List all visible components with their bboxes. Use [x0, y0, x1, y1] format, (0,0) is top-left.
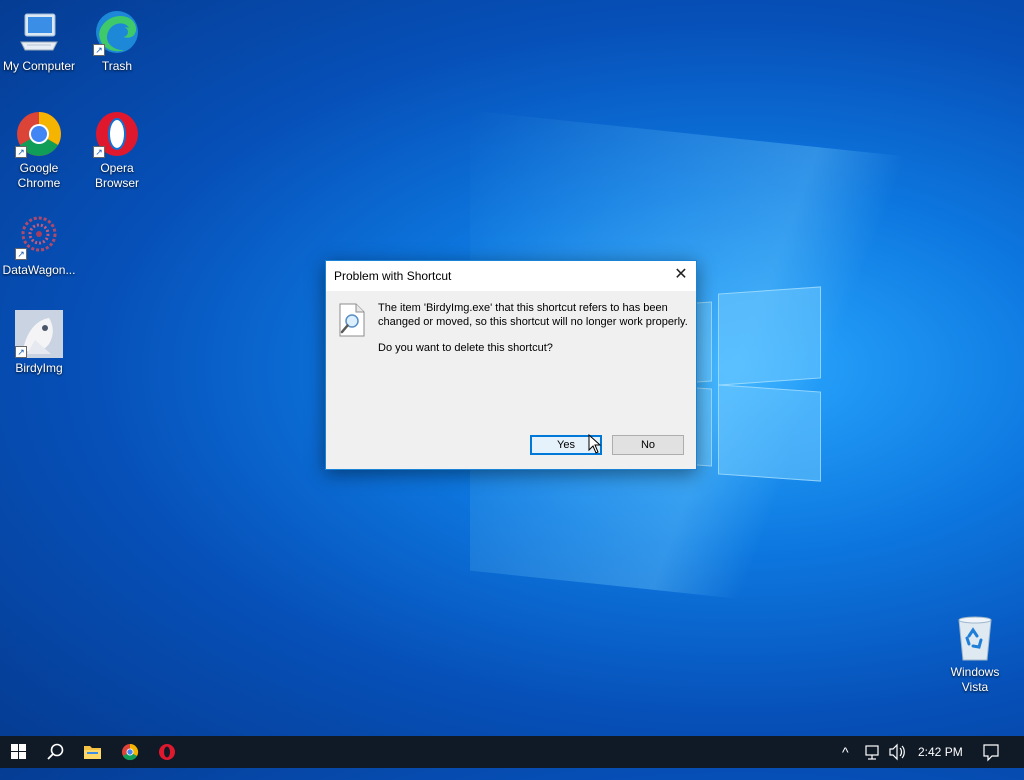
- birdyimg-icon: ↗: [15, 310, 63, 358]
- notification-center-icon[interactable]: [981, 736, 1001, 768]
- chrome-icon[interactable]: [111, 736, 149, 768]
- desktop-icon-label: Opera Browser: [94, 161, 139, 190]
- taskbar: ^ 2:42 PM: [0, 736, 1024, 768]
- opera-icon[interactable]: [148, 736, 186, 768]
- desktop-icon-google-chrome[interactable]: ↗ Google Chrome: [0, 110, 78, 191]
- desktop-icon-trash[interactable]: ↗ Trash: [78, 8, 156, 74]
- opera-icon: ↗: [93, 110, 141, 158]
- shortcut-arrow-icon: ↗: [15, 248, 27, 260]
- shortcut-arrow-icon: ↗: [93, 44, 105, 56]
- desktop-icon-label: Google Chrome: [17, 161, 61, 190]
- desktop-icon-windows-vista[interactable]: Windows Vista: [936, 614, 1014, 695]
- desktop-icon-birdyimg[interactable]: ↗ BirdyImg: [0, 310, 78, 376]
- desktop-icon-label: My Computer: [2, 59, 76, 73]
- shortcut-arrow-icon: ↗: [15, 346, 27, 358]
- chrome-icon: ↗: [15, 110, 63, 158]
- no-button[interactable]: No: [612, 435, 684, 455]
- desktop-icon-label: Trash: [101, 59, 133, 73]
- desktop-icon-label: BirdyImg: [15, 361, 63, 375]
- start-icon[interactable]: [0, 736, 38, 768]
- problem-with-shortcut-dialog: Problem with Shortcut ✕ The item 'BirdyI…: [325, 260, 697, 470]
- wallpaper-logo-pane: [718, 286, 821, 386]
- computer-icon: [15, 8, 63, 56]
- close-icon[interactable]: ✕: [666, 261, 696, 291]
- dialog-title: Problem with Shortcut: [334, 269, 452, 283]
- search-icon[interactable]: [36, 736, 74, 768]
- dialog-titlebar[interactable]: Problem with Shortcut ✕: [326, 261, 696, 291]
- wallpaper-logo-pane: [696, 387, 712, 467]
- recycle-bin-icon: [951, 614, 999, 662]
- datawagon-icon: ↗: [15, 212, 63, 260]
- wallpaper-logo-pane: [696, 301, 712, 383]
- show-hidden-icons-chevron-icon[interactable]: ^: [842, 736, 849, 768]
- dialog-message: The item 'BirdyImg.exe' that this shortc…: [378, 302, 688, 328]
- edge-icon: ↗: [93, 8, 141, 56]
- desktop-icon-label: Windows Vista: [950, 665, 1000, 694]
- desktop-icon-opera-browser[interactable]: ↗ Opera Browser: [78, 110, 156, 191]
- network-icon[interactable]: [864, 736, 882, 768]
- missing-file-search-icon: [338, 303, 366, 337]
- shortcut-arrow-icon: ↗: [93, 146, 105, 158]
- volume-icon[interactable]: [888, 736, 908, 768]
- desktop-icon-my-computer[interactable]: My Computer: [0, 8, 78, 74]
- file-explorer-icon[interactable]: [73, 736, 111, 768]
- shortcut-arrow-icon: ↗: [15, 146, 27, 158]
- dialog-question: Do you want to delete this shortcut?: [378, 342, 553, 354]
- mouse-cursor-icon: [588, 434, 602, 454]
- desktop-icon-label: DataWagon...: [2, 263, 76, 277]
- wallpaper-logo-pane: [718, 384, 821, 482]
- desktop-icon-datawagon[interactable]: ↗ DataWagon...: [0, 212, 78, 278]
- clock[interactable]: 2:42 PM: [918, 736, 963, 768]
